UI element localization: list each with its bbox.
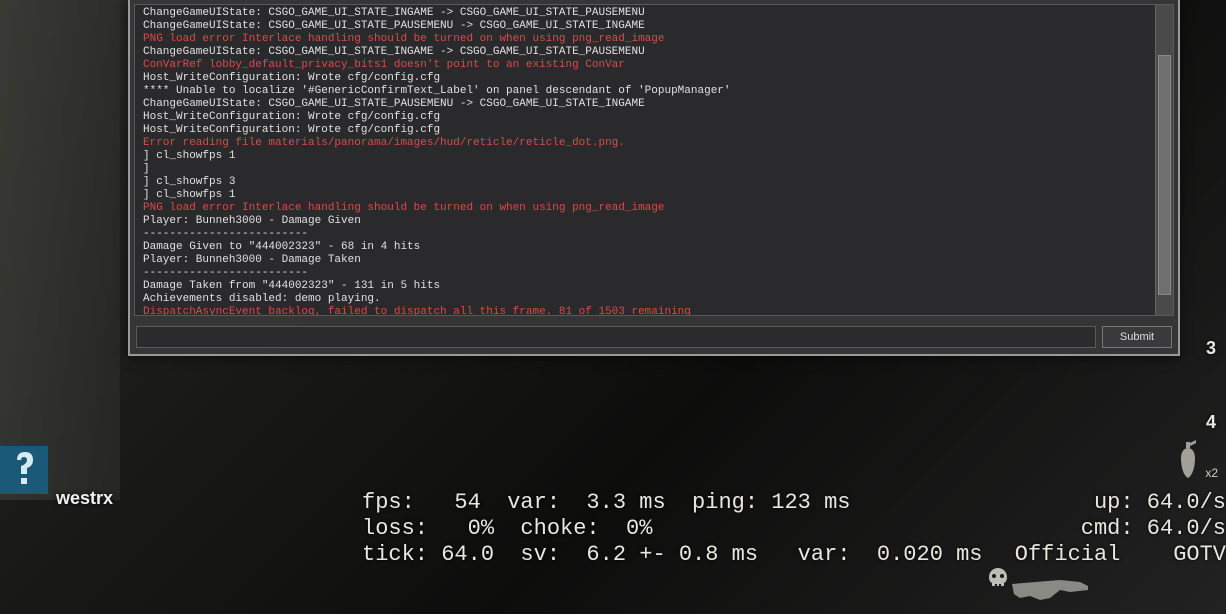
console-input-row: Submit [130, 320, 1178, 354]
netgraph-left: fps: 54 var: 3.3 ms ping: 123 ms loss: 0… [362, 490, 983, 568]
console-line: Achievements disabled: demo playing. [143, 293, 1165, 306]
console-line: ] cl_showfps 1 [143, 189, 1165, 202]
console-line: ] cl_showfps 1 [143, 150, 1165, 163]
console-line: ChangeGameUIState: CSGO_GAME_UI_STATE_PA… [143, 98, 1165, 111]
console-line: ] cl_showfps 3 [143, 176, 1165, 189]
netgraph-right1: up: 64.0/s [1094, 490, 1226, 515]
hud-ammo-primary: 3 [1196, 338, 1216, 359]
console-line: Damage Taken from "444002323" - 131 in 5… [143, 280, 1165, 293]
console-line: PNG load error Interlace handling should… [143, 33, 1165, 46]
netgraph-right3: Official GOTV [1015, 542, 1226, 567]
grenade-icon [1174, 440, 1202, 480]
console-line: ChangeGameUIState: CSGO_GAME_UI_STATE_IN… [143, 7, 1165, 20]
console-line: Damage Given to "444002323" - 68 in 4 hi… [143, 241, 1165, 254]
console-line: ------------------------- [143, 228, 1165, 241]
hud-ammo-secondary: 4 [1196, 412, 1216, 433]
console-line: ChangeGameUIState: CSGO_GAME_UI_STATE_PA… [143, 20, 1165, 33]
console-line: PNG load error Interlace handling should… [143, 202, 1165, 215]
console-line: Host_WriteConfiguration: Wrote cfg/confi… [143, 72, 1165, 85]
console-line: ChangeGameUIState: CSGO_GAME_UI_STATE_IN… [143, 46, 1165, 59]
weapon-icon [1010, 570, 1090, 606]
spectator-name: westrx [56, 488, 113, 509]
developer-console: ChangeGameUIState: CSGO_GAME_UI_STATE_IN… [128, 0, 1180, 356]
netgraph-line2: loss: 0% choke: 0% [362, 516, 652, 541]
console-line: ] [143, 163, 1165, 176]
console-line: ConVarRef lobby_default_privacy_bits1 do… [143, 59, 1165, 72]
console-line: Player: Bunneh3000 - Damage Given [143, 215, 1165, 228]
spectator-avatar [0, 446, 48, 494]
netgraph-line3: tick: 64.0 sv: 6.2 +- 0.8 ms var: 0.020 … [362, 542, 983, 567]
console-line: DispatchAsyncEvent backlog, failed to di… [143, 306, 1165, 316]
netgraph-right2: cmd: 64.0/s [1081, 516, 1226, 541]
console-line: **** Unable to localize '#GenericConfirm… [143, 85, 1165, 98]
question-mark-icon [9, 450, 39, 490]
grenade-count: x2 [1205, 466, 1218, 480]
console-submit-button[interactable]: Submit [1102, 326, 1172, 348]
skull-icon [986, 566, 1010, 590]
scrollbar-thumb[interactable] [1158, 55, 1171, 295]
console-line: Error reading file materials/panorama/im… [143, 137, 1165, 150]
console-scrollbar[interactable] [1155, 5, 1173, 315]
netgraph-line1: fps: 54 var: 3.3 ms ping: 123 ms [362, 490, 850, 515]
console-line: Host_WriteConfiguration: Wrote cfg/confi… [143, 111, 1165, 124]
console-line: ------------------------- [143, 267, 1165, 280]
console-line: Host_WriteConfiguration: Wrote cfg/confi… [143, 124, 1165, 137]
console-output[interactable]: ChangeGameUIState: CSGO_GAME_UI_STATE_IN… [134, 4, 1174, 316]
console-input[interactable] [136, 326, 1096, 348]
netgraph-right: up: 64.0/s cmd: 64.0/s Official GOTV [1015, 490, 1226, 568]
console-line: Player: Bunneh3000 - Damage Taken [143, 254, 1165, 267]
